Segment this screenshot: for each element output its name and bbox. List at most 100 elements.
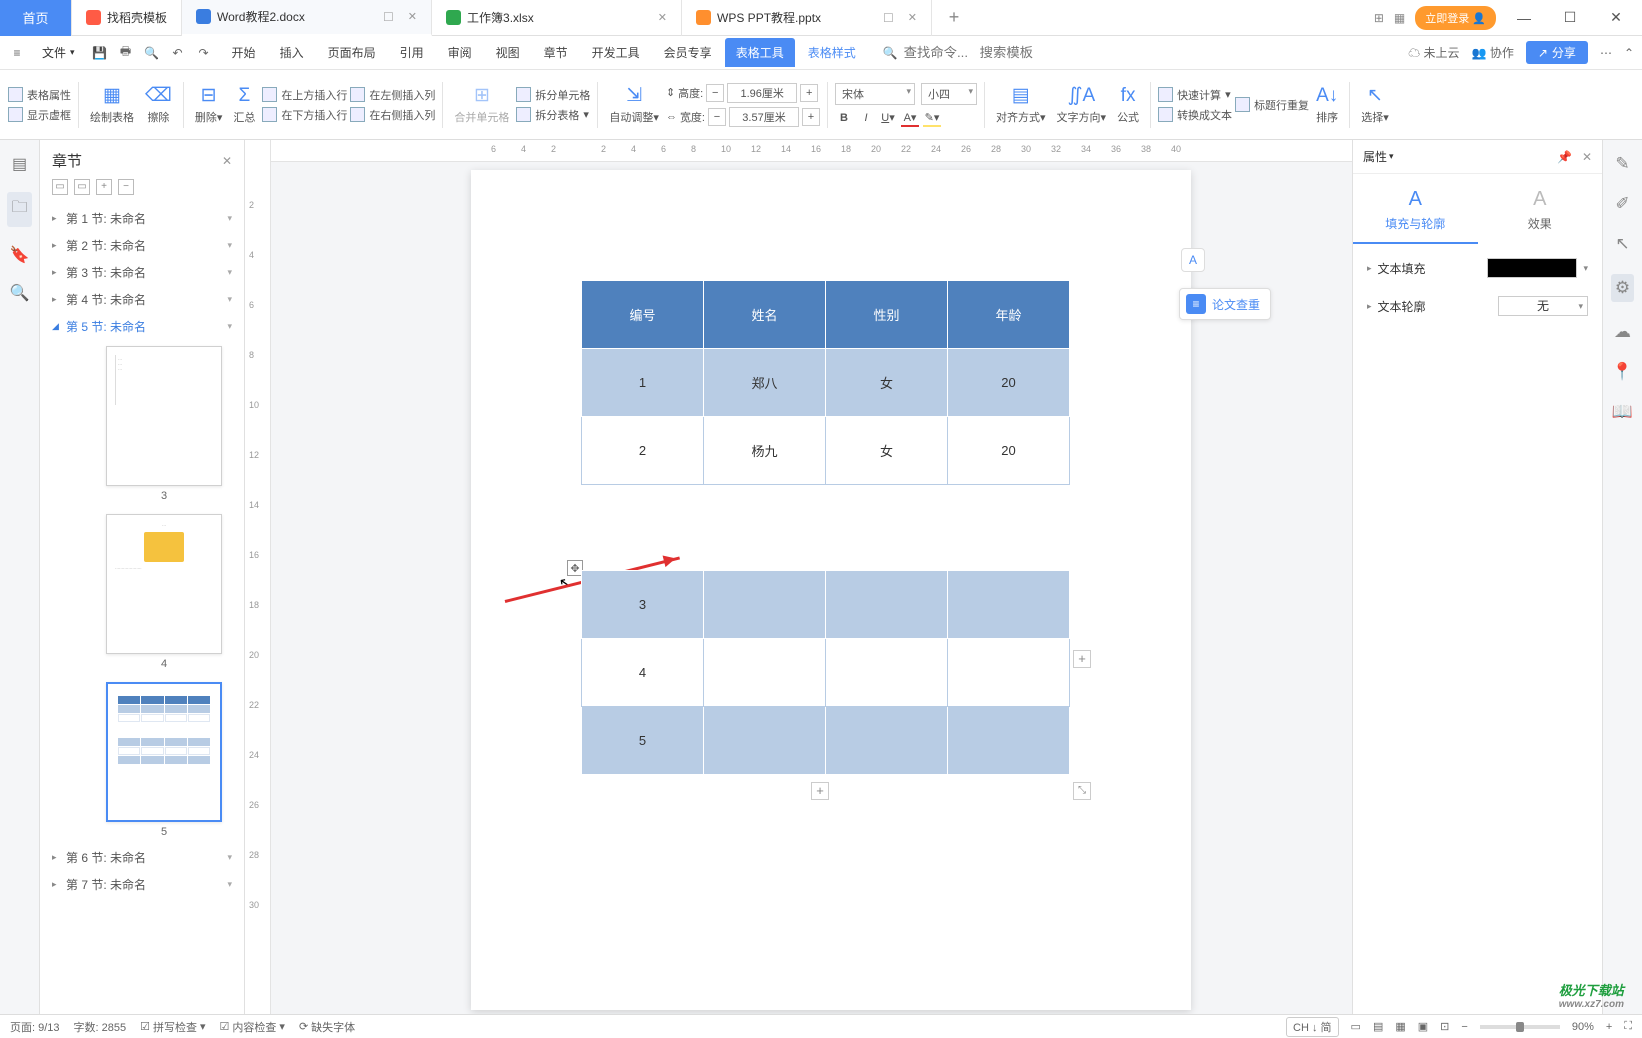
rail-select-icon[interactable]: ↖ xyxy=(1615,234,1629,254)
data-table-1[interactable]: 编号姓名性别年龄 1郑八女20 2杨九女20 xyxy=(581,280,1070,485)
print-icon[interactable]: 🖶 xyxy=(117,42,135,63)
maximize-button[interactable]: ☐ xyxy=(1552,9,1588,26)
fill-color-swatch[interactable] xyxy=(1487,258,1577,278)
window-close-button[interactable]: ✕ xyxy=(1598,9,1634,26)
tab-table-style[interactable]: 表格样式 xyxy=(797,38,867,67)
page-thumb-5[interactable]: 5 xyxy=(84,682,244,838)
repeat-header-button[interactable]: 标题行重复 xyxy=(1235,97,1309,113)
nav-section-2[interactable]: ▸第 2 节: 未命名▾ xyxy=(40,232,244,259)
convert-text-button[interactable]: 转换成文本 xyxy=(1158,107,1232,123)
tab-table-tools[interactable]: 表格工具 xyxy=(725,38,795,67)
text-outline-row[interactable]: ▸文本轮廓 无 xyxy=(1367,296,1588,316)
show-gridlines-button[interactable]: 显示虚框 xyxy=(8,107,71,123)
rail-cloud-icon[interactable]: ☁ xyxy=(1614,322,1631,342)
text-direction-button[interactable]: ∬A文字方向▾ xyxy=(1053,82,1111,127)
table-add-col[interactable]: + xyxy=(1073,650,1091,668)
rail-pen-icon[interactable]: ✐ xyxy=(1615,194,1629,214)
content-check-toggle[interactable]: ☑ 内容检查 ▾ xyxy=(220,1019,285,1035)
page-thumb-4[interactable]: ······················· 4 xyxy=(84,514,244,670)
folder-rail-icon[interactable]: 🗀 xyxy=(7,192,31,227)
search-rail-icon[interactable]: 🔍 xyxy=(10,283,30,303)
close-icon[interactable]: ✕ xyxy=(908,11,917,24)
bookmark-rail-icon[interactable]: 🔖 xyxy=(10,245,30,265)
summary-button[interactable]: Σ汇总 xyxy=(229,83,259,127)
sort-button[interactable]: A↓排序 xyxy=(1312,83,1342,127)
grid-icon[interactable]: ⊞ xyxy=(1374,11,1384,25)
collab-button[interactable]: 👥 协作 xyxy=(1472,44,1514,61)
tab-layout[interactable]: 页面布局 xyxy=(317,38,387,67)
tab-start[interactable]: 开始 xyxy=(221,38,267,67)
more-icon[interactable]: ⋯ xyxy=(1600,46,1612,60)
preview-icon[interactable]: 🔍 xyxy=(143,46,161,60)
nav-close-icon[interactable]: ✕ xyxy=(222,154,232,168)
split-table-button[interactable]: 拆分表格▾ xyxy=(516,107,590,123)
bold-button[interactable]: B xyxy=(835,109,853,127)
paper-check-button[interactable]: ≡ 论文查重 xyxy=(1179,288,1271,320)
tab-template[interactable]: 找稻壳模板 xyxy=(72,0,182,36)
height-plus[interactable]: + xyxy=(800,84,818,102)
rail-style-icon[interactable]: ✎ xyxy=(1615,154,1629,174)
command-search[interactable]: 🔍 xyxy=(883,45,1050,60)
underline-button[interactable]: U▾ xyxy=(879,109,897,127)
nav-section-5[interactable]: ◢第 5 节: 未命名▾ xyxy=(40,313,244,340)
outline-select[interactable]: 无 xyxy=(1498,296,1588,316)
font-color-button[interactable]: A▾ xyxy=(901,109,919,127)
share-button[interactable]: ↗ 分享 xyxy=(1526,41,1588,64)
zoom-value[interactable]: 90% xyxy=(1572,1021,1594,1033)
table-add-row[interactable]: + xyxy=(811,782,829,800)
nav-tool-1[interactable]: ▭ xyxy=(52,179,68,195)
zoom-slider[interactable] xyxy=(1480,1025,1560,1029)
tab-member[interactable]: 会员专享 xyxy=(653,38,723,67)
document-page[interactable]: 编号姓名性别年龄 1郑八女20 2杨九女20 ✥ ↖ 3 4 5 + + ⤡ A… xyxy=(471,170,1191,1010)
view-web-icon[interactable]: ▤ xyxy=(1373,1020,1383,1033)
draw-table-button[interactable]: ▦绘制表格 xyxy=(86,82,138,127)
height-minus[interactable]: − xyxy=(706,84,724,102)
merge-cells-button[interactable]: ⊞合并单元格 xyxy=(450,82,513,127)
formula-button[interactable]: fx公式 xyxy=(1113,83,1143,127)
zoom-out[interactable]: − xyxy=(1461,1021,1467,1033)
nav-tool-3[interactable]: + xyxy=(96,179,112,195)
prop-close-icon[interactable]: ✕ xyxy=(1582,150,1592,164)
rail-settings-icon[interactable]: ⚙ xyxy=(1611,274,1634,302)
eraser-button[interactable]: ⌫擦除 xyxy=(141,82,176,127)
nav-section-1[interactable]: ▸第 1 节: 未命名▾ xyxy=(40,205,244,232)
insert-row-below-button[interactable]: 在下方插入行 xyxy=(262,107,347,123)
file-menu[interactable]: 文件 ▾ xyxy=(34,41,83,64)
tab-menu-icon[interactable]: ☐ xyxy=(883,11,894,25)
search-command-input[interactable] xyxy=(904,45,974,60)
tab-xlsx[interactable]: 工作簿3.xlsx ✕ xyxy=(432,0,682,36)
ime-indicator[interactable]: CH ↓ 简 xyxy=(1286,1017,1339,1037)
rail-location-icon[interactable]: 📍 xyxy=(1612,362,1633,382)
float-a-badge[interactable]: A xyxy=(1181,248,1205,272)
table-resize[interactable]: ⤡ xyxy=(1073,782,1091,800)
collapse-ribbon-icon[interactable]: ⌃ xyxy=(1624,46,1634,60)
height-value[interactable]: 1.96厘米 xyxy=(727,83,797,103)
minimize-button[interactable]: — xyxy=(1506,10,1542,26)
view-read-icon[interactable]: ▣ xyxy=(1418,1020,1428,1033)
nav-section-7[interactable]: ▸第 7 节: 未命名▾ xyxy=(40,871,244,898)
horizontal-ruler[interactable]: 642 246 81012 141618 202224 262830 32343… xyxy=(271,140,1352,162)
quick-calc-button[interactable]: 快速计算▾ xyxy=(1158,87,1232,103)
highlight-button[interactable]: ✎▾ xyxy=(923,109,941,127)
zoom-in[interactable]: + xyxy=(1606,1021,1612,1033)
width-minus[interactable]: − xyxy=(708,108,726,126)
new-tab-button[interactable]: + xyxy=(932,7,976,28)
close-icon[interactable]: ✕ xyxy=(658,11,667,24)
hamburger-icon[interactable]: ≡ xyxy=(8,46,26,60)
apps-icon[interactable]: ▦ xyxy=(1394,11,1405,25)
close-icon[interactable]: ✕ xyxy=(408,10,417,23)
tab-section[interactable]: 章节 xyxy=(533,38,579,67)
autofit-button[interactable]: ⇲自动调整▾ xyxy=(605,82,663,127)
tab-ppt[interactable]: WPS PPT教程.pptx ☐ ✕ xyxy=(682,0,932,36)
table-properties-button[interactable]: 表格属性 xyxy=(8,87,71,103)
nav-tool-4[interactable]: − xyxy=(118,179,134,195)
tab-menu-icon[interactable]: ☐ xyxy=(383,10,394,24)
view-page-icon[interactable]: ▭ xyxy=(1351,1020,1361,1033)
redo-icon[interactable]: ↷ xyxy=(195,46,213,60)
split-cells-button[interactable]: 拆分单元格 xyxy=(516,87,590,103)
spellcheck-toggle[interactable]: ☑ 拼写检查 ▾ xyxy=(140,1019,205,1035)
pin-icon[interactable]: 📌 xyxy=(1557,150,1572,164)
tab-review[interactable]: 审阅 xyxy=(437,38,483,67)
nav-tool-2[interactable]: ▭ xyxy=(74,179,90,195)
outline-rail-icon[interactable]: ▤ xyxy=(12,154,27,174)
